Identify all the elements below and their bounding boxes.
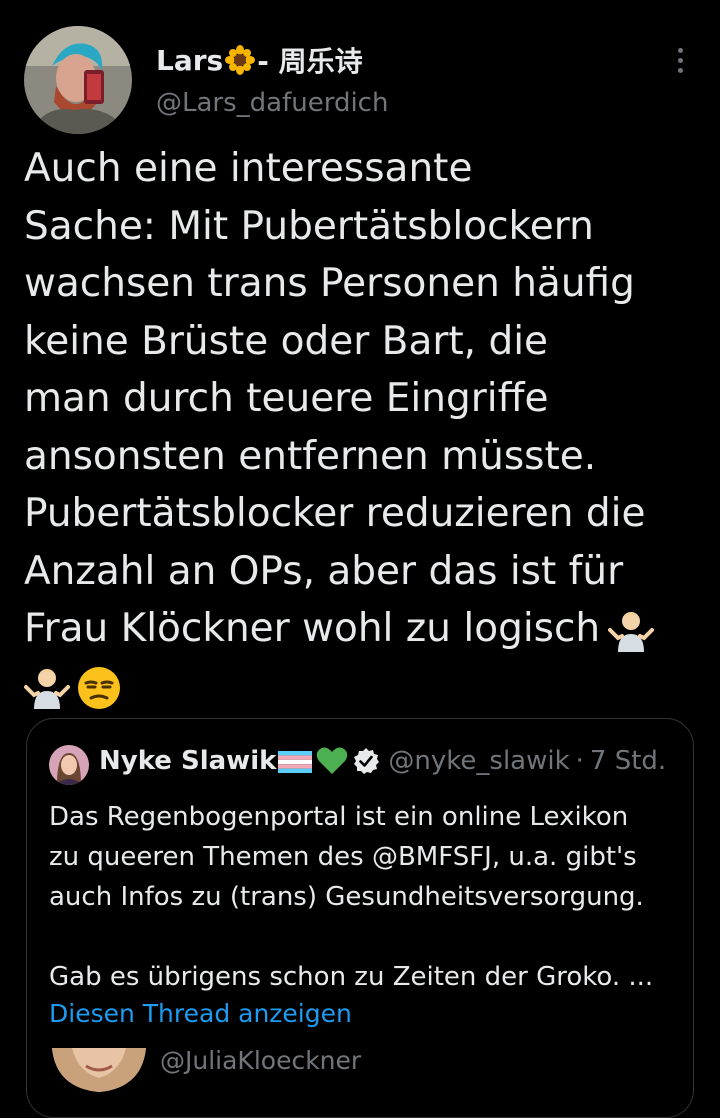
author-name-suffix: - 周乐诗 bbox=[257, 45, 363, 78]
verified-badge-icon bbox=[352, 747, 380, 775]
quoted-text-line: Das Regenbogenportal ist ein online Lexi… bbox=[49, 802, 629, 832]
sunflower-icon bbox=[225, 45, 256, 75]
quoted-tweet-time[interactable]: 7 Std. bbox=[590, 746, 666, 776]
tweet-text-line: Pubertätsblocker reduzieren die bbox=[24, 491, 646, 536]
separator-dot: · bbox=[575, 746, 584, 776]
tweet-text-line: ansonsten entfernen müsste. bbox=[24, 433, 597, 479]
unamused-face-icon bbox=[76, 665, 122, 711]
author-avatar[interactable] bbox=[24, 26, 132, 134]
show-thread-link[interactable]: Diesen Thread anzeigen bbox=[49, 999, 352, 1028]
quoted-text-line: zu queeren Themen des @BMFSFJ, u.a. gibt… bbox=[49, 842, 637, 872]
tweet-text: Auch eine interessante Sache: Mit Pubert… bbox=[24, 140, 704, 715]
tweet[interactable]: Lars - 周乐诗 @Lars_dafuerdich Auch eine in… bbox=[0, 0, 720, 1118]
tweet-text-line: Sache: Mit Pubertätsblockern bbox=[24, 203, 594, 249]
more-dot-icon bbox=[677, 67, 683, 73]
more-dot-icon bbox=[677, 47, 683, 53]
green-heart-icon bbox=[316, 746, 348, 776]
quoted-text-line: Gab es übrigens schon zu Zeiten der Grok… bbox=[49, 962, 654, 992]
tweet-text-line: Auch eine interessante bbox=[24, 146, 473, 191]
man-shrugging-icon bbox=[608, 608, 655, 654]
tweet-text-line: Frau Klöckner wohl zu logisch bbox=[24, 606, 601, 651]
next-tweet-handle[interactable]: @JuliaKloeckner bbox=[160, 1046, 361, 1075]
quoted-author-avatar[interactable] bbox=[49, 745, 89, 785]
next-tweet-avatar[interactable] bbox=[52, 1048, 146, 1094]
quoted-text-line: auch Infos zu (trans) Gesundheitsversorg… bbox=[49, 882, 644, 912]
more-options-button[interactable] bbox=[664, 44, 696, 76]
author-handle[interactable]: @Lars_dafuerdich bbox=[156, 88, 388, 118]
more-dot-icon bbox=[677, 57, 683, 63]
tweet-text-line: man durch teuere Eingriffe bbox=[24, 376, 549, 421]
tweet-text-line: keine Brüste oder Bart, die bbox=[24, 318, 549, 364]
tweet-text-line-last: Frau Klöckner wohl zu logisch bbox=[24, 600, 704, 658]
quoted-author-name[interactable]: Nyke Slawik bbox=[99, 746, 276, 776]
man-shrugging-icon bbox=[24, 665, 70, 711]
transgender-flag-icon bbox=[278, 750, 313, 773]
quoted-text-spacer bbox=[49, 917, 679, 957]
author-name[interactable]: Lars - 周乐诗 bbox=[156, 40, 363, 80]
tweet-text-line: Anzahl an OPs, aber das ist für bbox=[24, 548, 624, 594]
quoted-tweet-text: Das Regenbogenportal ist ein online Lexi… bbox=[49, 797, 679, 997]
quoted-tweet-header: Nyke Slawik @nyke_slawik · 7 Std. bbox=[99, 746, 666, 776]
author-name-text: Lars bbox=[156, 43, 224, 77]
tweet-text-line: wachsen trans Personen häufig bbox=[24, 261, 635, 306]
tweet-emoji-row bbox=[24, 658, 704, 715]
quoted-author-handle[interactable]: @nyke_slawik bbox=[388, 746, 569, 776]
